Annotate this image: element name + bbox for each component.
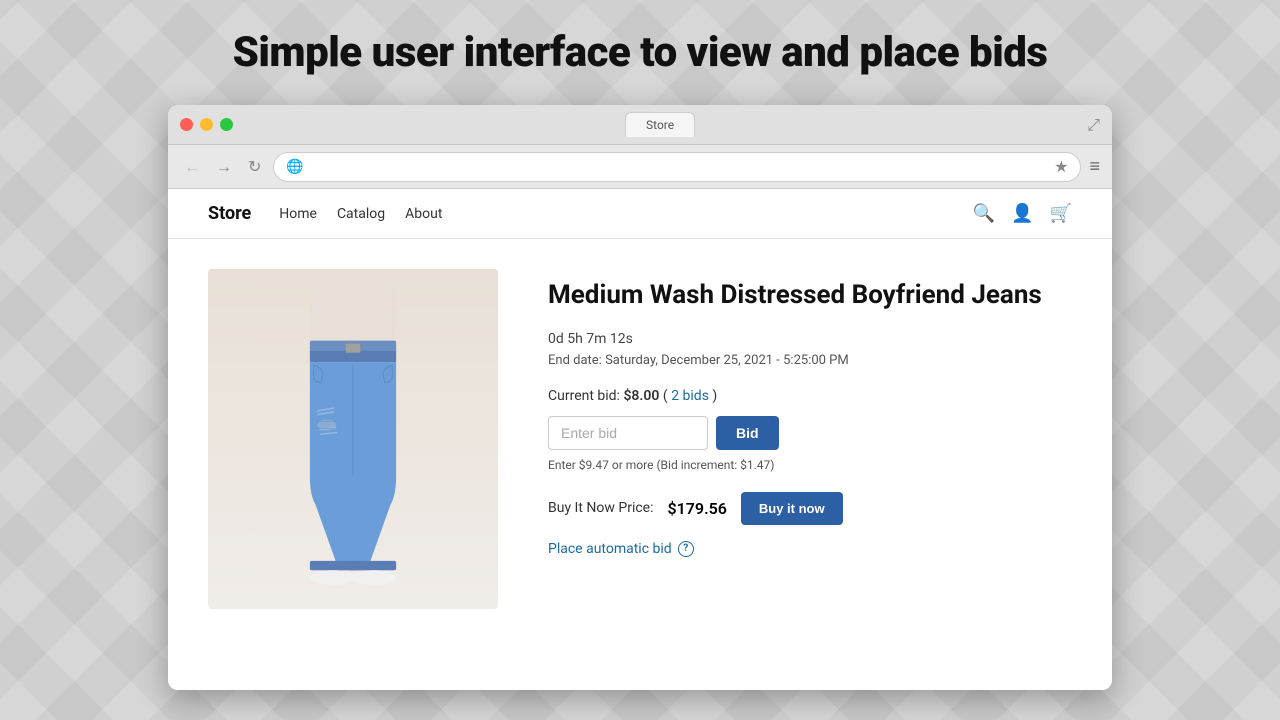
cart-icon[interactable]: 🛒 [1050,203,1072,224]
bid-input-row: Bid [548,416,1072,450]
bid-input[interactable] [548,416,708,450]
close-button[interactable] [180,118,193,131]
user-icon[interactable]: 👤 [1011,203,1033,224]
product-photo [208,269,498,609]
auction-timer: 0d 5h 7m 12s [548,331,1072,347]
jeans-illustration [263,289,443,589]
search-icon[interactable]: 🔍 [973,203,995,224]
url-bar[interactable]: 🌐 ★ [273,152,1081,182]
product-title: Medium Wash Distressed Boyfriend Jeans [548,279,1072,313]
bids-link[interactable]: 2 bids [671,388,709,404]
nav-link-home[interactable]: Home [279,206,317,222]
bookmark-icon[interactable]: ★ [1054,157,1068,176]
bid-button[interactable]: Bid [716,416,779,450]
globe-icon: 🌐 [286,159,303,175]
buy-now-row: Buy It Now Price: $179.56 Buy it now [548,492,1072,525]
current-bid: Current bid: $8.00 ( 2 bids ) [548,388,1072,404]
store-logo: Store [208,203,251,224]
end-date: End date: Saturday, December 25, 2021 - … [548,353,1072,368]
nav-link-catalog[interactable]: Catalog [337,206,385,222]
expand-icon[interactable]: ⤢ [1087,115,1100,135]
title-bar-right: ⤢ [1087,115,1100,135]
bid-hint: Enter $9.47 or more (Bid increment: $1.4… [548,458,1072,472]
maximize-button[interactable] [220,118,233,131]
refresh-button[interactable]: ↻ [244,155,265,178]
product-section: Medium Wash Distressed Boyfriend Jeans 0… [168,239,1112,639]
tab-bar: Store [233,112,1087,137]
browser-content: Store Home Catalog About 🔍 👤 🛒 [168,189,1112,690]
buy-it-now-label: Buy It Now Price: [548,500,654,516]
nav-link-about[interactable]: About [405,206,442,222]
bid-amount: $8.00 [623,388,659,404]
nav-links: Home Catalog About [279,206,442,222]
back-button[interactable]: ← [180,155,204,179]
store-nav: Store Home Catalog About 🔍 👤 🛒 [168,189,1112,239]
product-image [208,269,498,609]
buy-now-button[interactable]: Buy it now [741,492,843,525]
page-heading: Simple user interface to view and place … [0,28,1280,77]
nav-icons: 🔍 👤 🛒 [973,203,1072,224]
browser-window: Store ⤢ ← → ↻ 🌐 ★ ≡ Store Home Catalog A… [168,105,1112,690]
help-icon: ? [678,541,694,557]
auto-bid-link[interactable]: Place automatic bid ? [548,541,1072,557]
title-bar: Store ⤢ [168,105,1112,145]
traffic-lights [180,118,233,131]
browser-tab[interactable]: Store [625,112,695,137]
forward-button[interactable]: → [212,155,236,179]
buy-it-now-price: $179.56 [668,499,727,518]
address-bar: ← → ↻ 🌐 ★ ≡ [168,145,1112,189]
product-details: Medium Wash Distressed Boyfriend Jeans 0… [548,269,1072,557]
minimize-button[interactable] [200,118,213,131]
browser-menu-icon[interactable]: ≡ [1089,156,1100,177]
